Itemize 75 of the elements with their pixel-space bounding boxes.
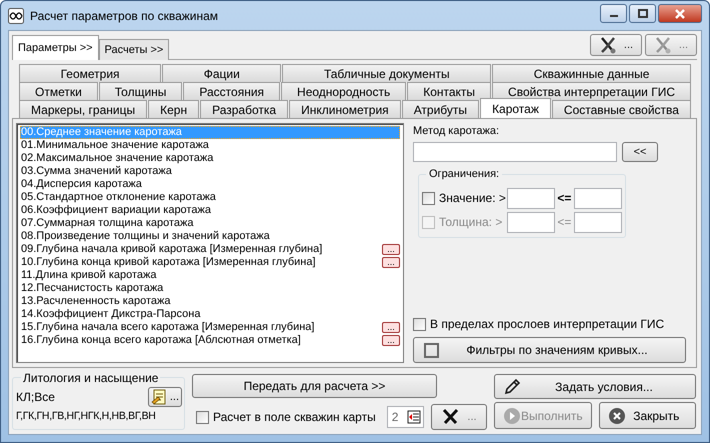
list-icon xyxy=(406,410,421,424)
list-item[interactable]: 06.Коэффициент вариации каротажа xyxy=(20,204,212,217)
checkbox[interactable] xyxy=(196,410,209,424)
operator-label: <= xyxy=(556,191,572,205)
minimize-button[interactable] xyxy=(600,4,627,23)
checkbox-label: Значение: > xyxy=(439,191,507,205)
list-item[interactable]: 02.Максимальное значение каротажа xyxy=(20,152,214,165)
app-icon xyxy=(8,8,24,24)
tab[interactable]: Параметры >> xyxy=(12,35,99,60)
checkbox[interactable] xyxy=(413,318,426,330)
list-item[interactable]: 08.Произведение толщины и значений каротажа xyxy=(20,230,271,243)
checkbox[interactable] xyxy=(422,192,435,204)
filters-button[interactable]: Фильтры по значениям кривых... xyxy=(413,337,686,363)
lithology-button[interactable]: ... xyxy=(148,387,182,407)
close-button[interactable] xyxy=(658,4,702,23)
tab[interactable]: Фации xyxy=(162,64,282,82)
ellipsis-button[interactable]: ... xyxy=(382,335,400,346)
lithology-text: Г,ГК,ГН,ГВ,НГ,НГК,Н,НВ,ВГ,ВН xyxy=(16,410,157,422)
tab[interactable]: Керн xyxy=(148,100,200,118)
list-item[interactable]: 16.Глубина конца всего каротажа [Аблсютная отметка] xyxy=(20,334,302,347)
tab[interactable]: Отметки xyxy=(19,82,98,100)
tab[interactable]: Контакты xyxy=(407,82,492,100)
play-icon xyxy=(503,406,521,424)
tab[interactable]: Каротаж xyxy=(480,98,551,118)
tab[interactable]: Расчеты >> xyxy=(98,39,170,60)
input-field[interactable] xyxy=(574,188,622,208)
ellipsis-button[interactable]: ... xyxy=(382,257,400,268)
operator-label: <= xyxy=(556,215,572,229)
tab[interactable]: Скважинные данные xyxy=(492,64,692,82)
tab[interactable]: Атрибуты xyxy=(402,100,480,118)
list-item[interactable]: 15.Глубина начала всего каротажа [Измеренная глубина] xyxy=(20,321,316,334)
tab[interactable]: Разработка xyxy=(200,100,288,118)
close-dialog-button[interactable]: Закрыть xyxy=(598,402,696,429)
tab[interactable]: Составные свойства xyxy=(552,100,691,118)
list-item[interactable]: 13.Расчлененность каротажа xyxy=(20,295,172,308)
list-item[interactable]: 14.Коэффициент Дикстра-Парсона xyxy=(20,308,202,321)
input-field[interactable] xyxy=(506,188,555,208)
tab[interactable]: Инклинометрия xyxy=(289,100,401,118)
checkbox-label: Расчет в поле скважин карты xyxy=(213,410,376,424)
close-icon xyxy=(674,8,686,18)
list-item[interactable]: 07.Суммарная толщина каротажа xyxy=(20,217,195,230)
conditions-button[interactable]: Задать условия... xyxy=(494,374,696,399)
pencil-icon xyxy=(503,378,521,396)
maximize-button[interactable] xyxy=(629,4,656,23)
transfer-button[interactable]: Передать для расчета >> xyxy=(192,374,437,398)
field-label: Метод каротажа: xyxy=(413,125,500,137)
list-item[interactable]: 04.Дисперсия каротажа xyxy=(20,178,143,191)
tab[interactable]: Расстояния xyxy=(183,82,280,100)
ellipsis-button[interactable]: ... xyxy=(382,244,400,255)
group-title: Литология и насыщение xyxy=(21,371,160,385)
maximize-icon xyxy=(638,9,648,18)
back-button[interactable]: << xyxy=(622,142,658,162)
list-item[interactable]: 03.Сумма значений каротажа xyxy=(20,165,173,178)
checkbox-label: Толщина: > xyxy=(439,215,504,229)
tab[interactable]: Табличные документы xyxy=(282,64,492,82)
checkbox-label: В пределах прослоев интерпретации ГИС xyxy=(430,317,664,331)
ellipsis-button[interactable]: ... xyxy=(382,322,400,333)
tab[interactable]: Маркеры, границы xyxy=(19,100,148,118)
list-item[interactable]: 11.Длина кривой каротажа xyxy=(20,269,158,282)
lithology-text: КЛ;Все xyxy=(16,390,55,404)
window-title: Расчет параметров по скважинам xyxy=(30,8,218,22)
list-item[interactable]: 10.Глубина конца кривой каротажа [Измеренная глубина] xyxy=(20,256,317,269)
spin-field[interactable]: 2 xyxy=(386,406,424,428)
list-item[interactable]: 09.Глубина начала кривой каротажа [Измеренная глубина] xyxy=(20,243,324,256)
input-field[interactable] xyxy=(413,142,617,162)
tool-button[interactable]: ... xyxy=(590,34,642,56)
group-title: Ограничения: xyxy=(426,168,502,180)
tab[interactable]: Свойства интерпретации ГИС xyxy=(492,82,691,100)
tab[interactable]: Геометрия xyxy=(19,64,162,82)
close-icon xyxy=(608,406,626,424)
list-item[interactable]: 01.Минимальное значение каротажа xyxy=(20,139,210,152)
list-item[interactable]: 05.Стандартное отклонение каротажа xyxy=(20,191,217,204)
tab[interactable]: Неоднородность xyxy=(281,82,406,100)
tab[interactable]: Толщины xyxy=(98,82,182,100)
list-item[interactable]: 12.Песчанистость каротажа xyxy=(20,282,164,295)
